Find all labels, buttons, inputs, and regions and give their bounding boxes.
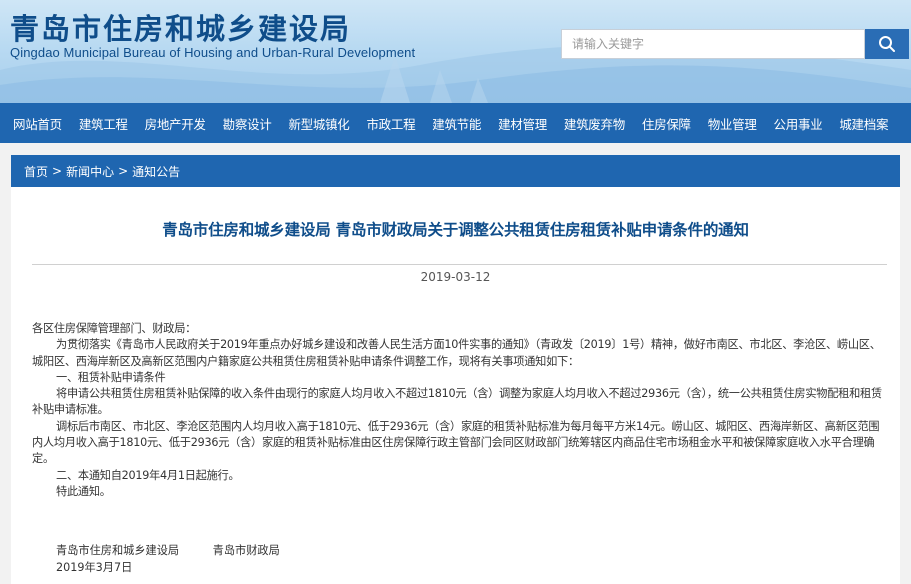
search-icon (879, 36, 895, 52)
nav-item-real-estate[interactable]: 房地产开发 (145, 114, 206, 133)
nav-item-public-utilities[interactable]: 公用事业 (774, 114, 823, 133)
site-header: 青岛市住房和城乡建设局 Qingdao Municipal Bureau of … (0, 0, 911, 103)
content-panel: 首页 > 新闻中心 > 通知公告 青岛市住房和城乡建设局 青岛市财政局关于调整公… (11, 155, 900, 584)
breadcrumb-separator: > (118, 164, 129, 178)
nav-item-property[interactable]: 物业管理 (708, 114, 757, 133)
article-date: 2019-03-12 (420, 270, 491, 284)
title-divider (32, 264, 887, 265)
breadcrumb-separator: > (52, 164, 63, 178)
nav-item-housing-security[interactable]: 住房保障 (642, 114, 691, 133)
breadcrumb-home[interactable]: 首页 (24, 163, 48, 180)
article-body: 各区住房保障管理部门、财政局： 为贯彻落实《青岛市人民政府关于2019年重点办好… (32, 321, 888, 500)
nav-item-energy-saving[interactable]: 建筑节能 (432, 114, 481, 133)
search-button[interactable] (865, 29, 909, 59)
article-paragraph: 为贯彻落实《青岛市人民政府关于2019年重点办好城乡建设和改善人民生活方面10件… (32, 338, 881, 368)
article-sign-date: 2019年3月7日 (56, 561, 133, 574)
nav-item-home[interactable]: 网站首页 (13, 114, 62, 133)
nav-item-waste[interactable]: 建筑废弃物 (564, 114, 625, 133)
nav-item-construction[interactable]: 建筑工程 (79, 114, 128, 133)
breadcrumb-notices[interactable]: 通知公告 (132, 163, 180, 180)
site-title: 青岛市住房和城乡建设局 (10, 12, 352, 46)
article-paragraph: 各区住房保障管理部门、财政局： (32, 322, 197, 335)
site-subtitle: Qingdao Municipal Bureau of Housing and … (10, 45, 416, 60)
search-input[interactable] (561, 29, 865, 59)
breadcrumb: 首页 > 新闻中心 > 通知公告 (11, 155, 900, 187)
main-nav: 网站首页 建筑工程 房地产开发 勘察设计 新型城镇化 市政工程 建筑节能 建材管… (0, 103, 911, 143)
article-paragraph: 调标后市南区、市北区、李沧区范围内人均月收入高于1810元、低于2936元（含）… (32, 419, 880, 466)
article-paragraph: 特此通知。 (56, 484, 111, 498)
article-paragraph: 二、本通知自2019年4月1日起施行。 (56, 468, 240, 482)
nav-item-municipal[interactable]: 市政工程 (366, 114, 415, 133)
nav-item-urbanization[interactable]: 新型城镇化 (288, 114, 349, 133)
breadcrumb-news[interactable]: 新闻中心 (66, 163, 114, 180)
article-signers: 青岛市住房和城乡建设局 青岛市财政局 (56, 544, 280, 557)
nav-item-archives[interactable]: 城建档案 (839, 114, 888, 133)
article-paragraph: 一、租赁补贴申请条件 (56, 370, 166, 384)
nav-item-materials[interactable]: 建材管理 (498, 114, 547, 133)
article-title: 青岛市住房和城乡建设局 青岛市财政局关于调整公共租赁住房租赁补贴申请条件的通知 (162, 221, 749, 239)
article-paragraph: 将申请公共租赁住房租赁补贴保障的收入条件由现行的家庭人均月收入不超过1810元（… (32, 387, 882, 417)
nav-item-survey-design[interactable]: 勘察设计 (223, 114, 272, 133)
